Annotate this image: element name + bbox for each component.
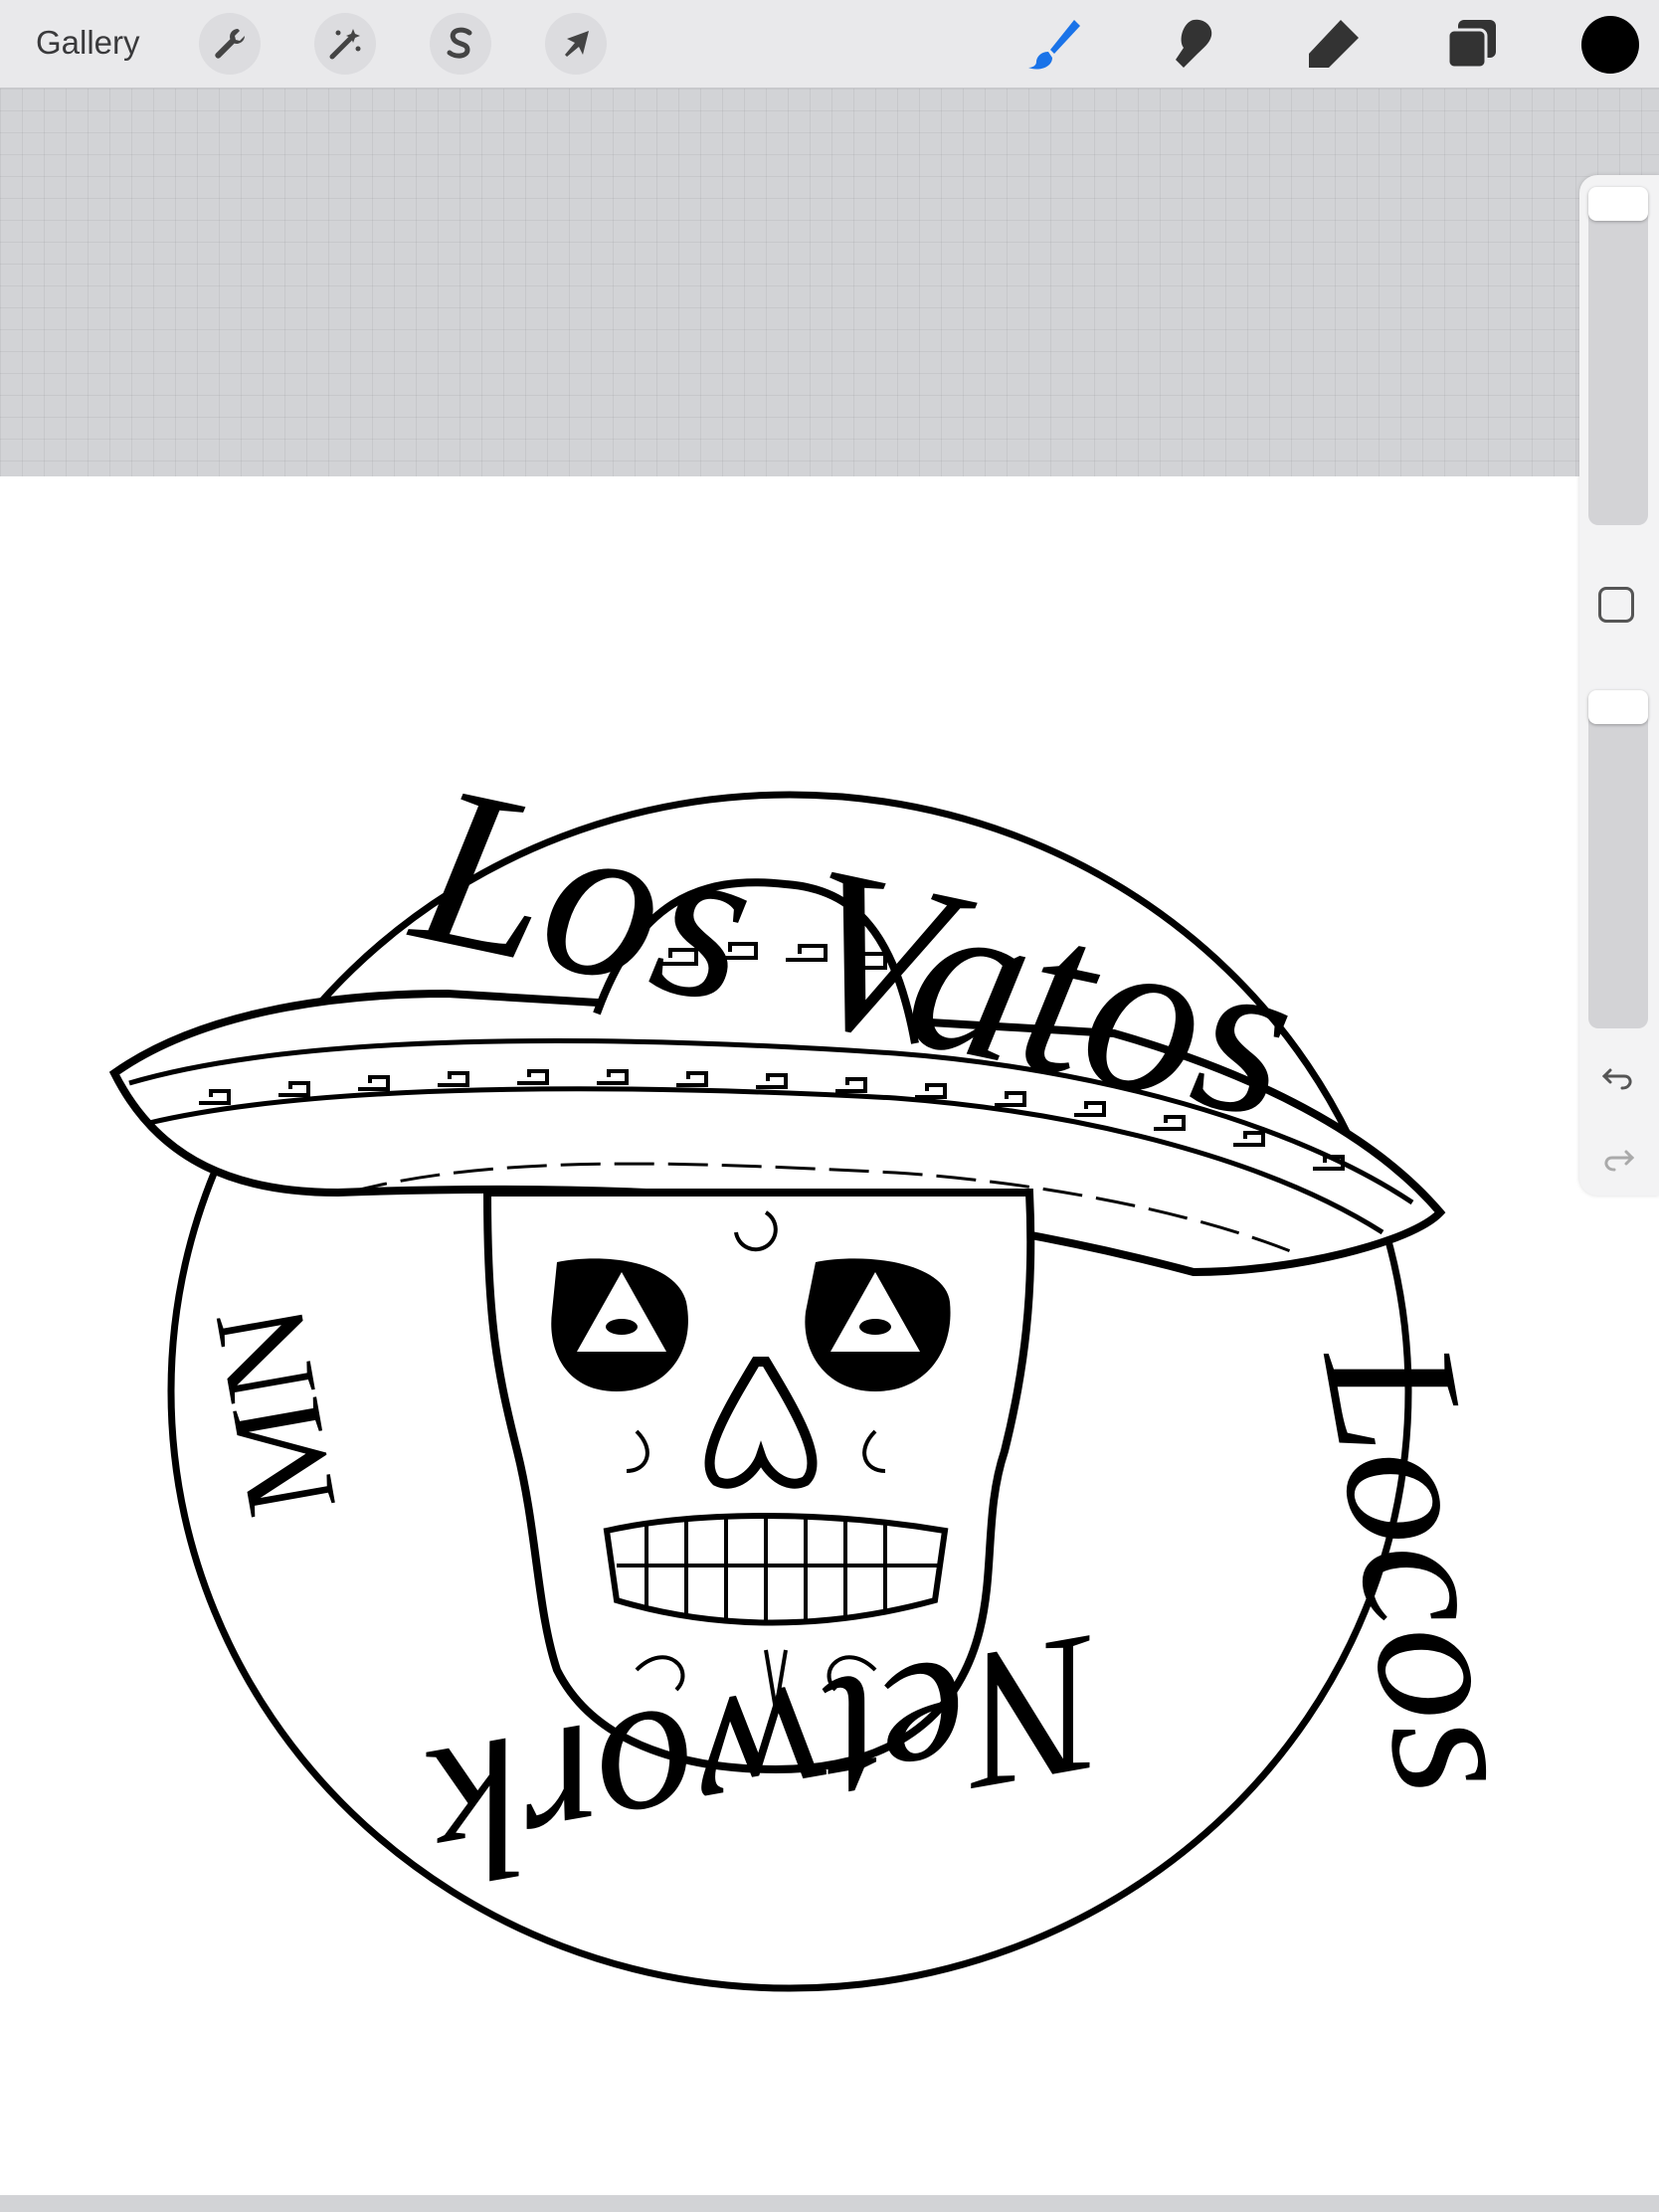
top-toolbar: Gallery	[0, 0, 1659, 89]
smudge-icon	[1176, 19, 1212, 68]
workspace-background	[0, 89, 1659, 476]
redo-icon[interactable]	[1600, 1140, 1636, 1176]
opacity-slider[interactable]	[1588, 690, 1648, 1028]
artwork-text-left: MN	[187, 1296, 364, 1526]
workspace-bottom-strip	[0, 2195, 1659, 2212]
eraser-tool-button[interactable]	[1303, 14, 1363, 74]
smudge-tool-button[interactable]	[1164, 14, 1223, 74]
color-picker-button[interactable]	[1581, 16, 1639, 74]
modify-button[interactable]	[1598, 587, 1634, 623]
brush-icon	[1028, 20, 1080, 70]
selection-button[interactable]	[430, 13, 491, 75]
actions-button[interactable]	[199, 13, 261, 75]
brush-size-slider[interactable]	[1588, 187, 1648, 525]
transform-button[interactable]	[545, 13, 607, 75]
selection-s-icon	[447, 27, 472, 59]
brush-tool-button[interactable]	[1024, 14, 1084, 74]
undo-icon[interactable]	[1600, 1058, 1636, 1094]
wrench-icon	[215, 29, 245, 59]
magic-wand-icon	[329, 29, 361, 60]
adjustments-button[interactable]	[314, 13, 376, 75]
gallery-button[interactable]: Gallery	[36, 24, 140, 62]
layers-icon	[1446, 20, 1496, 70]
brush-size-handle[interactable]	[1588, 187, 1648, 221]
arrow-transform-icon	[565, 31, 589, 57]
layers-button[interactable]	[1442, 14, 1502, 74]
artwork-text-right: Locos	[1282, 1324, 1567, 1807]
eraser-icon	[1309, 20, 1359, 68]
artwork-illustration: Los Vatos Locos Network MN	[108, 735, 1567, 1992]
opacity-handle[interactable]	[1588, 690, 1648, 724]
